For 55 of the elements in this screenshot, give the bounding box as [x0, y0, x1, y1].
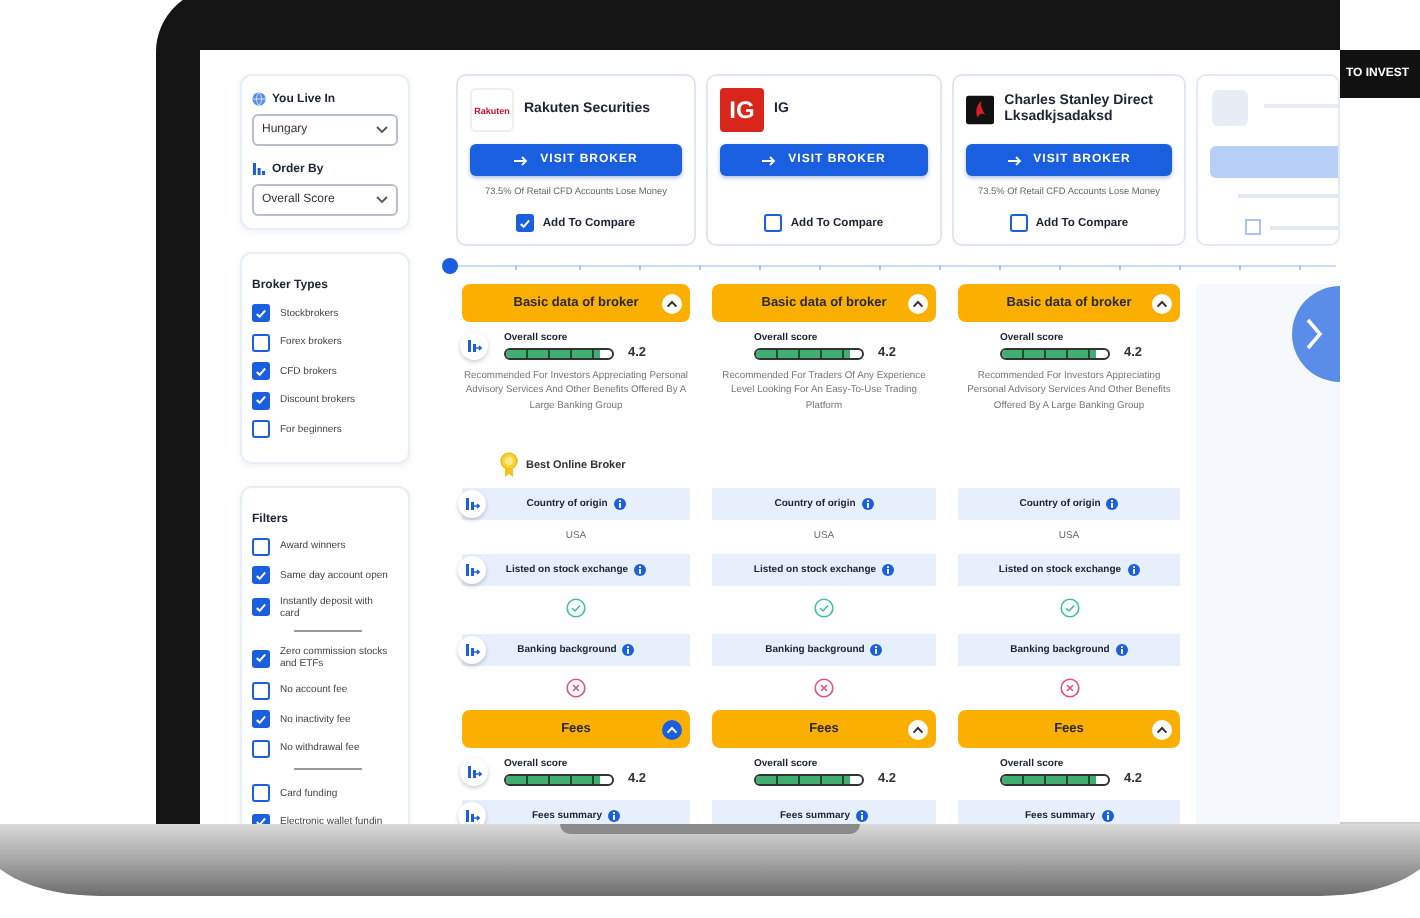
- chevron-up-icon: [912, 725, 924, 733]
- checkbox[interactable]: [516, 214, 535, 232]
- info-icon[interactable]: [622, 644, 635, 656]
- collapse-button[interactable]: [662, 293, 682, 313]
- chevron-up-icon: [1156, 725, 1168, 733]
- info-icon[interactable]: [634, 564, 647, 576]
- checkbox[interactable]: [252, 304, 270, 322]
- checkbox[interactable]: [252, 420, 270, 438]
- checkbox[interactable]: [252, 362, 270, 380]
- collapse-button[interactable]: [908, 719, 928, 739]
- info-icon[interactable]: [861, 498, 874, 510]
- info-icon[interactable]: [870, 644, 883, 656]
- chart-icon: [458, 556, 486, 584]
- chevron-up-icon: [912, 299, 924, 307]
- info-icon[interactable]: [1127, 564, 1140, 576]
- arrow-right-icon: [762, 155, 777, 165]
- collapse-button[interactable]: [908, 293, 928, 313]
- info-icon[interactable]: [608, 810, 621, 822]
- checkbox[interactable]: [252, 649, 270, 667]
- info-icon[interactable]: [1115, 644, 1128, 656]
- chevron-up-icon: [666, 299, 678, 307]
- checkbox[interactable]: [252, 739, 270, 757]
- chevron-right-icon: [1304, 318, 1324, 350]
- chart-icon: [458, 490, 486, 518]
- info-icon[interactable]: [1101, 810, 1114, 822]
- chart-icon: [460, 332, 488, 360]
- checkbox[interactable]: [252, 784, 270, 802]
- medal-icon: [500, 452, 518, 478]
- chart-icon: [460, 758, 488, 786]
- checkbox[interactable]: [252, 710, 270, 728]
- checkbox[interactable]: [252, 598, 270, 616]
- chevron-up-icon: [666, 725, 678, 733]
- collapse-button[interactable]: [662, 719, 682, 739]
- arrow-right-icon: [1007, 155, 1022, 165]
- info-icon[interactable]: [1106, 498, 1119, 510]
- collapse-button[interactable]: [1152, 293, 1172, 313]
- checkbox[interactable]: [1009, 214, 1028, 232]
- arrow-right-icon: [514, 155, 529, 165]
- collapse-button[interactable]: [1152, 719, 1172, 739]
- chevron-down-icon: [376, 126, 388, 134]
- chevron-down-icon: [376, 196, 388, 204]
- info-icon[interactable]: [613, 498, 626, 510]
- checkbox[interactable]: [252, 681, 270, 699]
- info-icon[interactable]: [882, 564, 895, 576]
- checkbox[interactable]: [252, 566, 270, 584]
- info-icon[interactable]: [856, 810, 869, 822]
- broker-logo: IG: [720, 88, 764, 132]
- checkbox[interactable]: [252, 333, 270, 351]
- chevron-up-icon: [1156, 299, 1168, 307]
- chart-icon: [458, 636, 486, 664]
- checkbox[interactable]: [252, 391, 270, 409]
- globe-icon: [252, 92, 266, 106]
- bar-chart-icon: [252, 162, 266, 176]
- checkbox[interactable]: [764, 214, 783, 232]
- checkbox[interactable]: [252, 537, 270, 555]
